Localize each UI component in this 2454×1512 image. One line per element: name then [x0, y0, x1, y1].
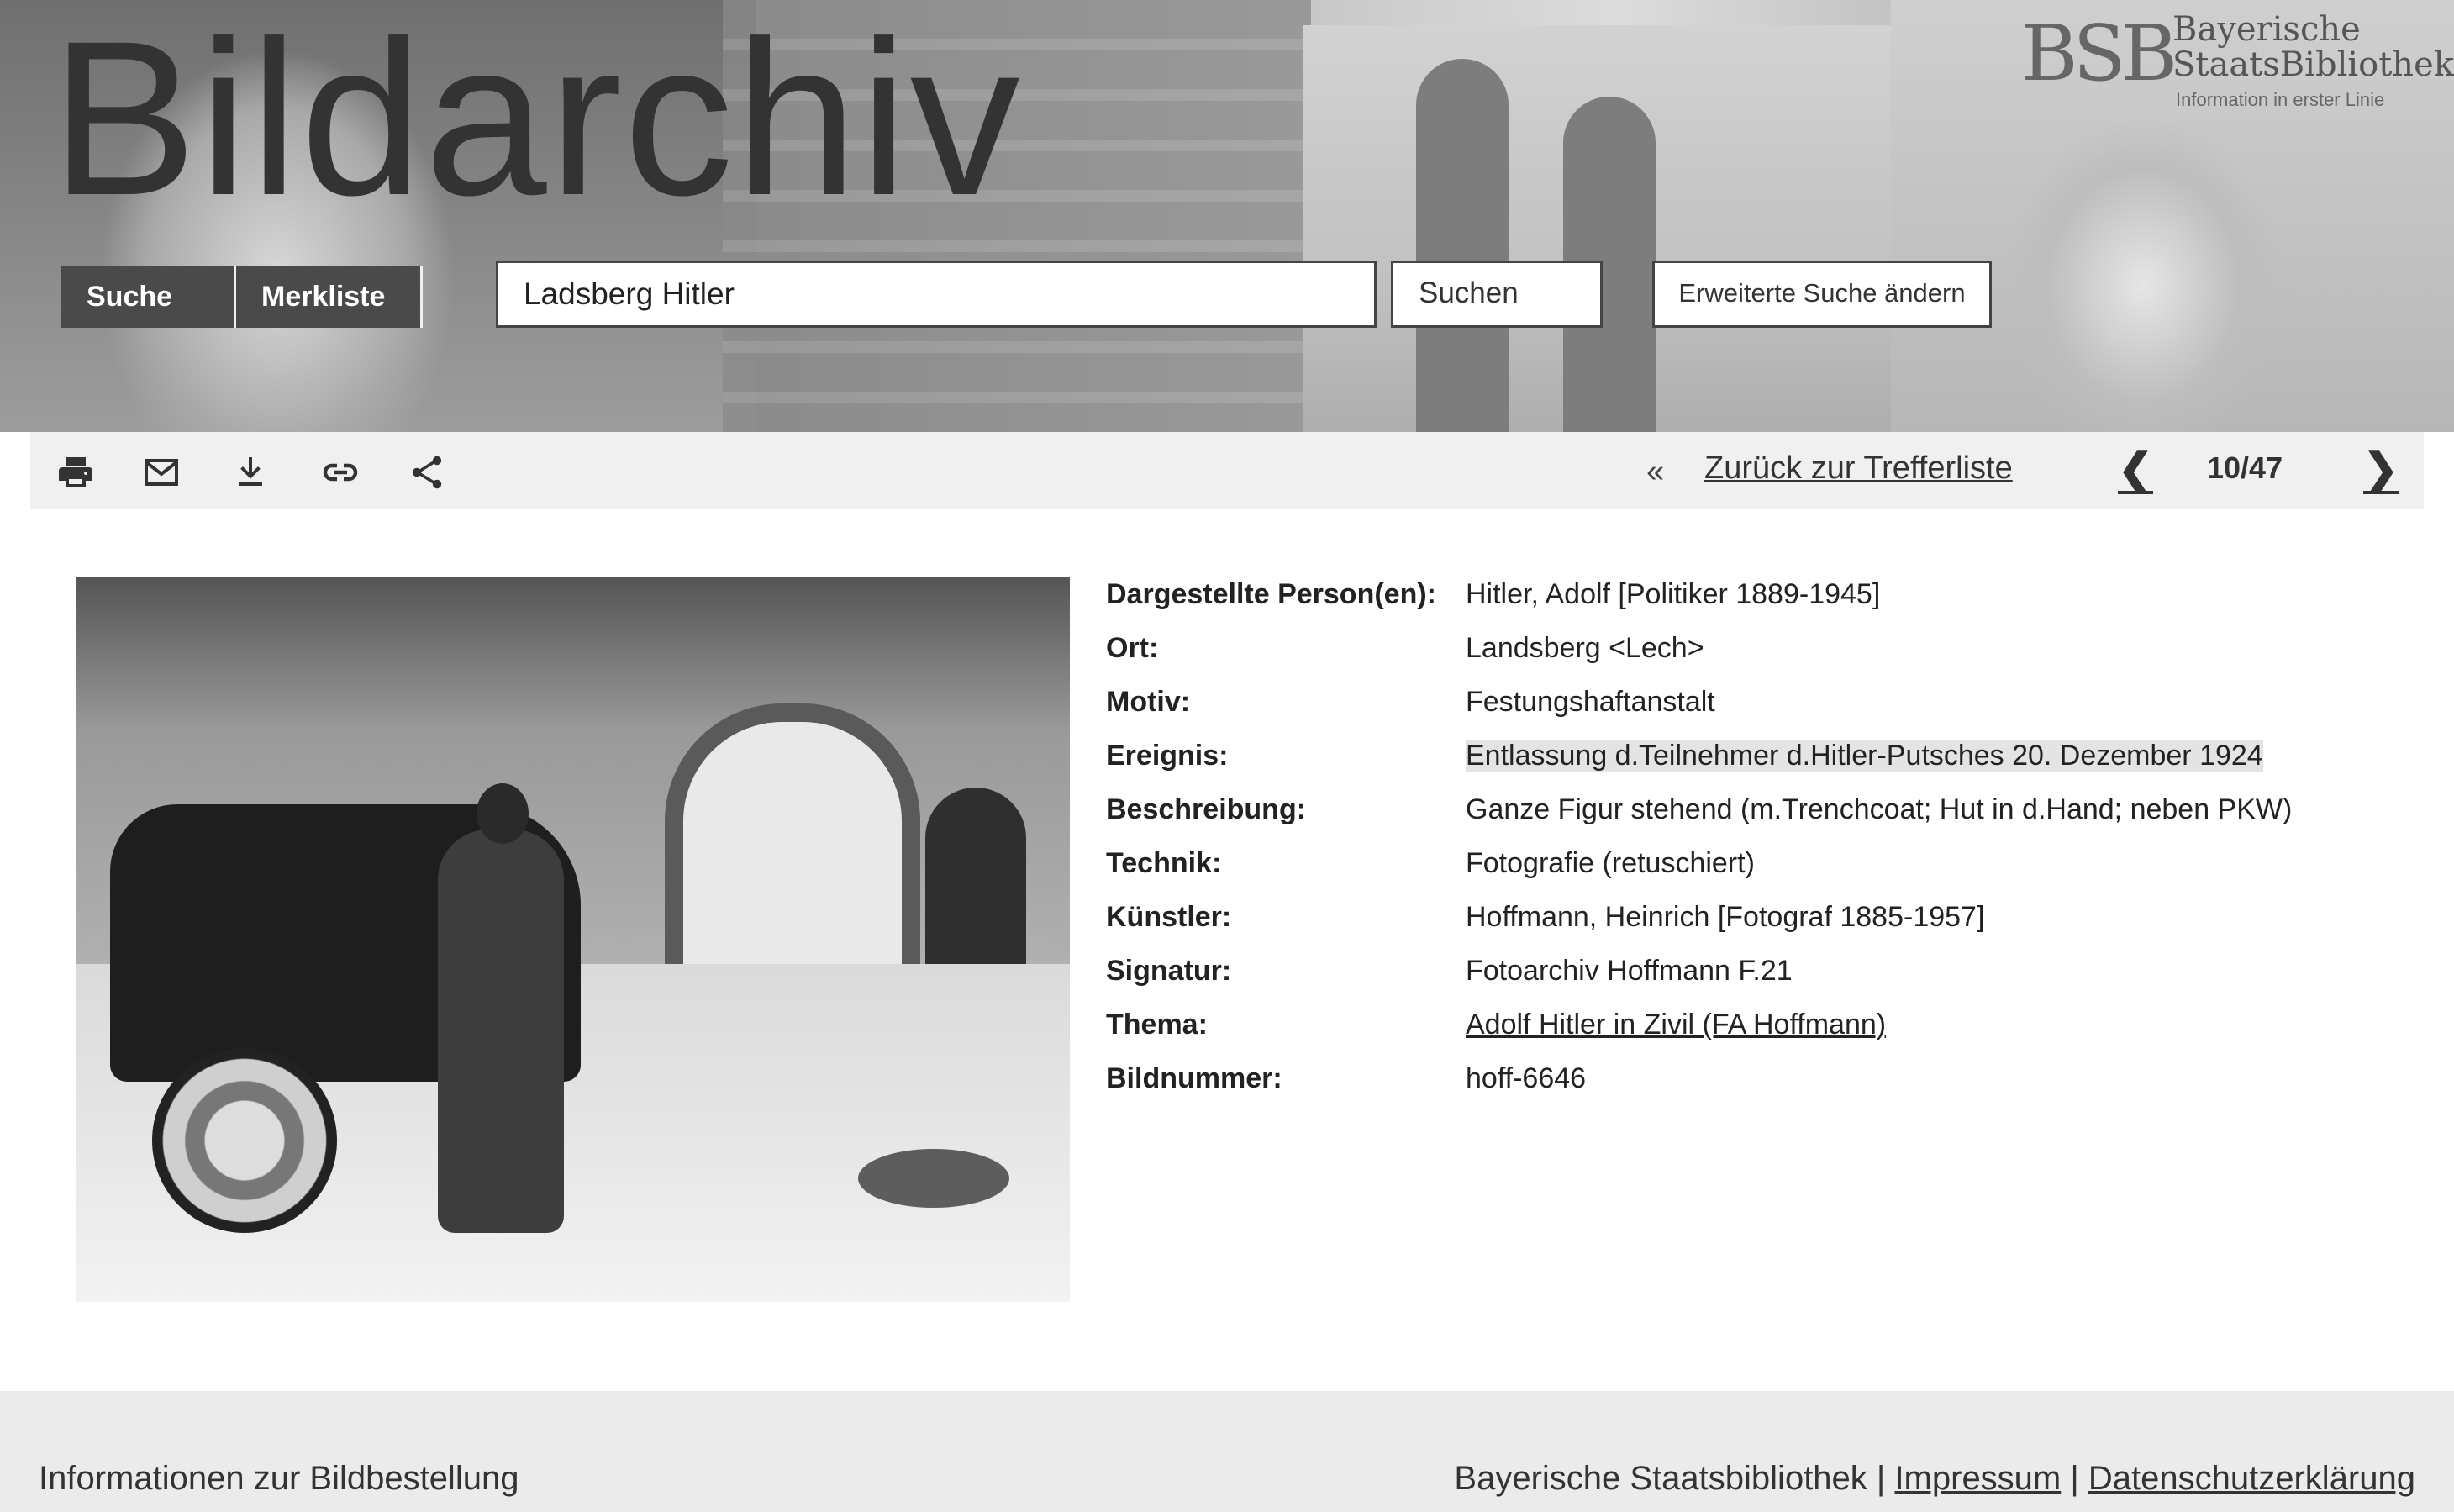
meta-value: Fotoarchiv Hoffmann F.21 [1466, 955, 1793, 987]
result-counter: 10/47 [2207, 450, 2283, 485]
meta-label: Signatur: [1106, 955, 1232, 987]
topic-link[interactable]: Adolf Hitler in Zivil (FA Hoffmann) [1466, 1009, 1886, 1041]
bsb-logo-name-line1: Bayerische [2172, 10, 2361, 49]
meta-value: Ganze Figur stehend (m.Trenchcoat; Hut i… [1466, 793, 2293, 825]
toolbar: ‹‹ Zurück zur Trefferliste ❮ 10/47 ❯ [30, 432, 2424, 509]
bsb-logo[interactable]: BSB Bayerische StaatsBibliothek Informat… [2021, 8, 2454, 113]
meta-value: Hoffmann, Heinrich [Fotograf 1885-1957] [1466, 901, 1985, 933]
mail-icon[interactable] [141, 452, 182, 493]
meta-label: Dargestellte Person(en): [1106, 578, 1436, 610]
imprint-link[interactable]: Impressum [1894, 1460, 2061, 1497]
privacy-link[interactable]: Datenschutzerklärung [2088, 1460, 2415, 1497]
bsb-logo-mark: BSB [2021, 8, 2178, 98]
bsb-logo-claim: Information in erster Linie [2176, 89, 2385, 110]
photo-side-door [925, 788, 1026, 972]
meta-value: Entlassung d.Teilnehmer d.Hitler-Putsche… [1466, 740, 2263, 772]
previous-result-button[interactable]: ❮ [2118, 447, 2153, 494]
footer-library-name: Bayerische Staatsbibliothek [1454, 1460, 1867, 1497]
archive-photo[interactable] [76, 577, 1070, 1302]
meta-value: Fotografie (retuschiert) [1466, 847, 1755, 879]
back-to-results-link[interactable]: Zurück zur Trefferliste [1704, 450, 2013, 487]
meta-label: Technik: [1106, 847, 1222, 879]
search-input[interactable] [496, 261, 1377, 328]
meta-value: hoff-6646 [1466, 1062, 1587, 1094]
share-icon[interactable] [407, 452, 447, 493]
footer-links: Bayerische Staatsbibliothek | Impressum … [1454, 1460, 2415, 1498]
link-icon[interactable] [320, 452, 361, 493]
meta-label: Bildnummer: [1106, 1062, 1282, 1094]
download-icon[interactable] [230, 452, 271, 493]
banner-tower-left [1416, 59, 1509, 432]
footer-separator: | [2070, 1460, 2079, 1497]
site-title: Bildarchiv [50, 0, 1022, 241]
search-button[interactable]: Suchen [1391, 261, 1603, 328]
photo-figure-head [477, 783, 529, 844]
photo-ground-stain [858, 1149, 1009, 1208]
meta-label: Ereignis: [1106, 740, 1229, 772]
advanced-search-button[interactable]: Erweiterte Suche ändern [1652, 261, 1992, 328]
back-chevrons-icon[interactable]: ‹‹ [1646, 454, 1664, 490]
nav-search-tab[interactable]: Suche [61, 266, 236, 328]
photo-figure [438, 830, 564, 1233]
bsb-logo-name-line2: StaatsBibliothek [2172, 45, 2454, 84]
next-result-button[interactable]: ❯ [2363, 447, 2399, 494]
nav-watchlist-tab[interactable]: Merkliste [236, 266, 423, 328]
meta-label: Künstler: [1106, 901, 1232, 933]
photo-gate-arch [665, 703, 920, 999]
meta-label: Motiv: [1106, 686, 1191, 718]
meta-value: Landsberg <Lech> [1466, 632, 1704, 664]
photo-car-wheel [152, 1048, 337, 1233]
footer: Informationen zur Bildbestellung Bayeris… [0, 1391, 2454, 1512]
meta-value: Festungshaftanstalt [1466, 686, 1715, 718]
footer-separator: | [1876, 1460, 1886, 1497]
header-banner: Bildarchiv BSB Bayerische StaatsBiblioth… [0, 0, 2454, 432]
meta-label: Thema: [1106, 1009, 1208, 1040]
main-nav: Suche Merkliste [61, 266, 423, 328]
meta-label: Beschreibung: [1106, 793, 1307, 825]
meta-value: Hitler, Adolf [Politiker 1889-1945] [1466, 578, 1881, 610]
print-icon[interactable] [55, 452, 96, 493]
meta-label: Ort: [1106, 632, 1159, 664]
image-order-info-link[interactable]: Informationen zur Bildbestellung [39, 1460, 519, 1498]
